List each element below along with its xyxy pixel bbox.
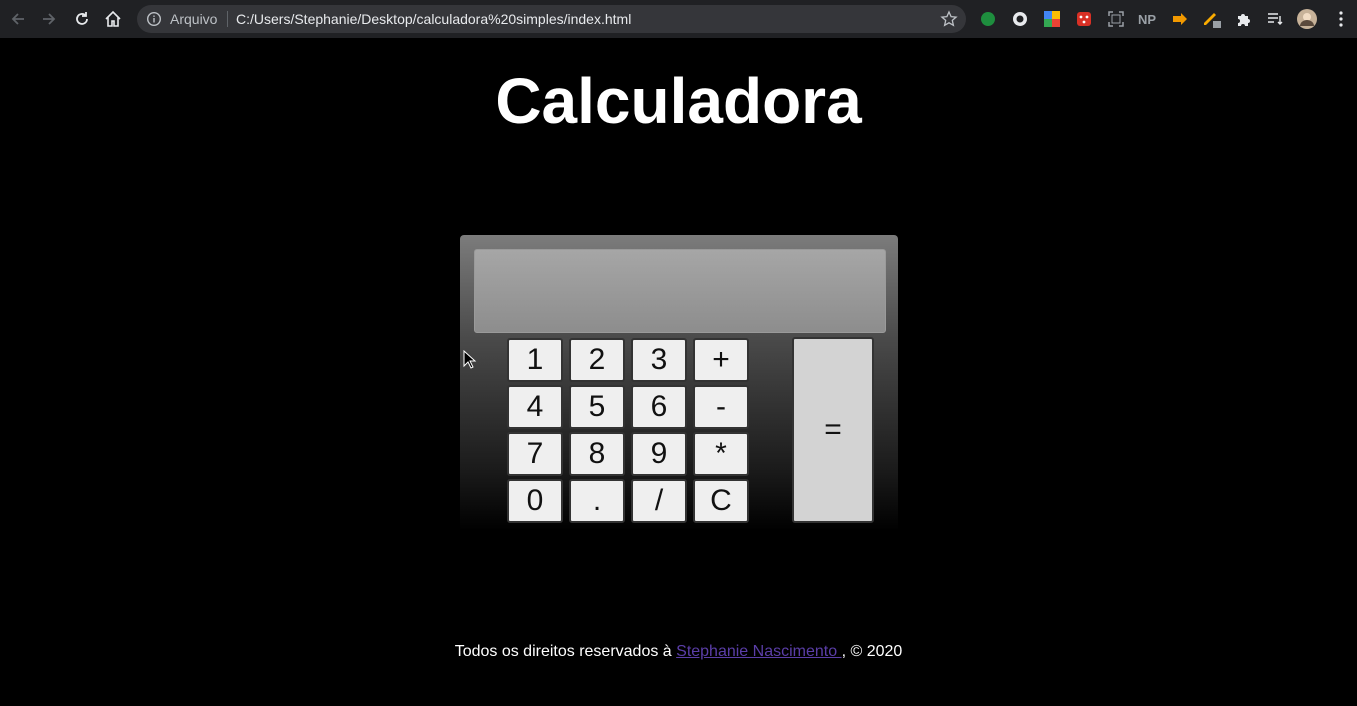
arrow-right-icon [43, 13, 56, 25]
page-title: Calculadora [495, 65, 862, 137]
arrow-left-icon [11, 13, 24, 25]
key-minus[interactable]: - [693, 385, 749, 429]
key-equals[interactable]: = [792, 337, 874, 523]
reload-button[interactable] [70, 7, 94, 31]
key-plus[interactable]: + [693, 338, 749, 382]
key-4[interactable]: 4 [507, 385, 563, 429]
back-button[interactable] [6, 7, 30, 31]
key-5[interactable]: 5 [569, 385, 625, 429]
extensions-puzzle-icon[interactable] [1233, 8, 1255, 30]
browser-menu-icon[interactable] [1330, 8, 1352, 30]
extension-capture-icon[interactable] [1105, 8, 1127, 30]
extension-np-icon[interactable]: NP [1137, 8, 1159, 30]
key-divide[interactable]: / [631, 479, 687, 523]
mouse-cursor-icon [463, 350, 477, 369]
home-icon [105, 10, 121, 27]
key-3[interactable]: 3 [631, 338, 687, 382]
url-text[interactable]: C:/Users/Stephanie/Desktop/calculadora%2… [236, 11, 631, 27]
bookmark-star-icon[interactable] [940, 10, 958, 33]
reload-icon [76, 12, 88, 25]
extension-green-icon[interactable] [977, 8, 999, 30]
calculator-display [474, 249, 886, 333]
key-1[interactable]: 1 [507, 338, 563, 382]
key-multiply[interactable]: * [693, 432, 749, 476]
key-8[interactable]: 8 [569, 432, 625, 476]
key-decimal[interactable]: . [569, 479, 625, 523]
site-info-label[interactable]: Arquivo [170, 11, 217, 27]
address-bar[interactable]: Arquivo C:/Users/Stephanie/Desktop/calcu… [137, 5, 966, 33]
author-link[interactable]: Stephanie Nascimento [676, 643, 841, 660]
browser-toolbar: Arquivo C:/Users/Stephanie/Desktop/calcu… [0, 0, 1357, 38]
calculator: 1 2 3 + 4 5 6 - 7 8 9 * 0 . / C = [460, 235, 898, 531]
key-0[interactable]: 0 [507, 479, 563, 523]
footer-prefix: Todos os direitos reservados à [454, 643, 677, 660]
footer: Todos os direitos reservados à Stephanie… [0, 643, 1357, 661]
forward-button[interactable] [37, 7, 61, 31]
extension-colorful-icon[interactable] [1041, 8, 1063, 30]
extension-red-icon[interactable] [1073, 8, 1095, 30]
footer-suffix: , © 2020 [841, 643, 903, 660]
reading-list-icon[interactable] [1264, 8, 1286, 30]
key-clear[interactable]: C [693, 479, 749, 523]
home-button[interactable] [101, 7, 125, 31]
key-9[interactable]: 9 [631, 432, 687, 476]
profile-avatar[interactable] [1296, 8, 1318, 30]
key-6[interactable]: 6 [631, 385, 687, 429]
key-7[interactable]: 7 [507, 432, 563, 476]
key-2[interactable]: 2 [569, 338, 625, 382]
extension-pen-icon[interactable] [1201, 8, 1223, 30]
info-icon[interactable] [146, 11, 162, 32]
omnibox-divider [227, 11, 228, 27]
extension-circle-icon[interactable] [1009, 8, 1031, 30]
extension-arrow-icon[interactable] [1169, 8, 1191, 30]
svg-text:NP: NP [1138, 12, 1156, 27]
